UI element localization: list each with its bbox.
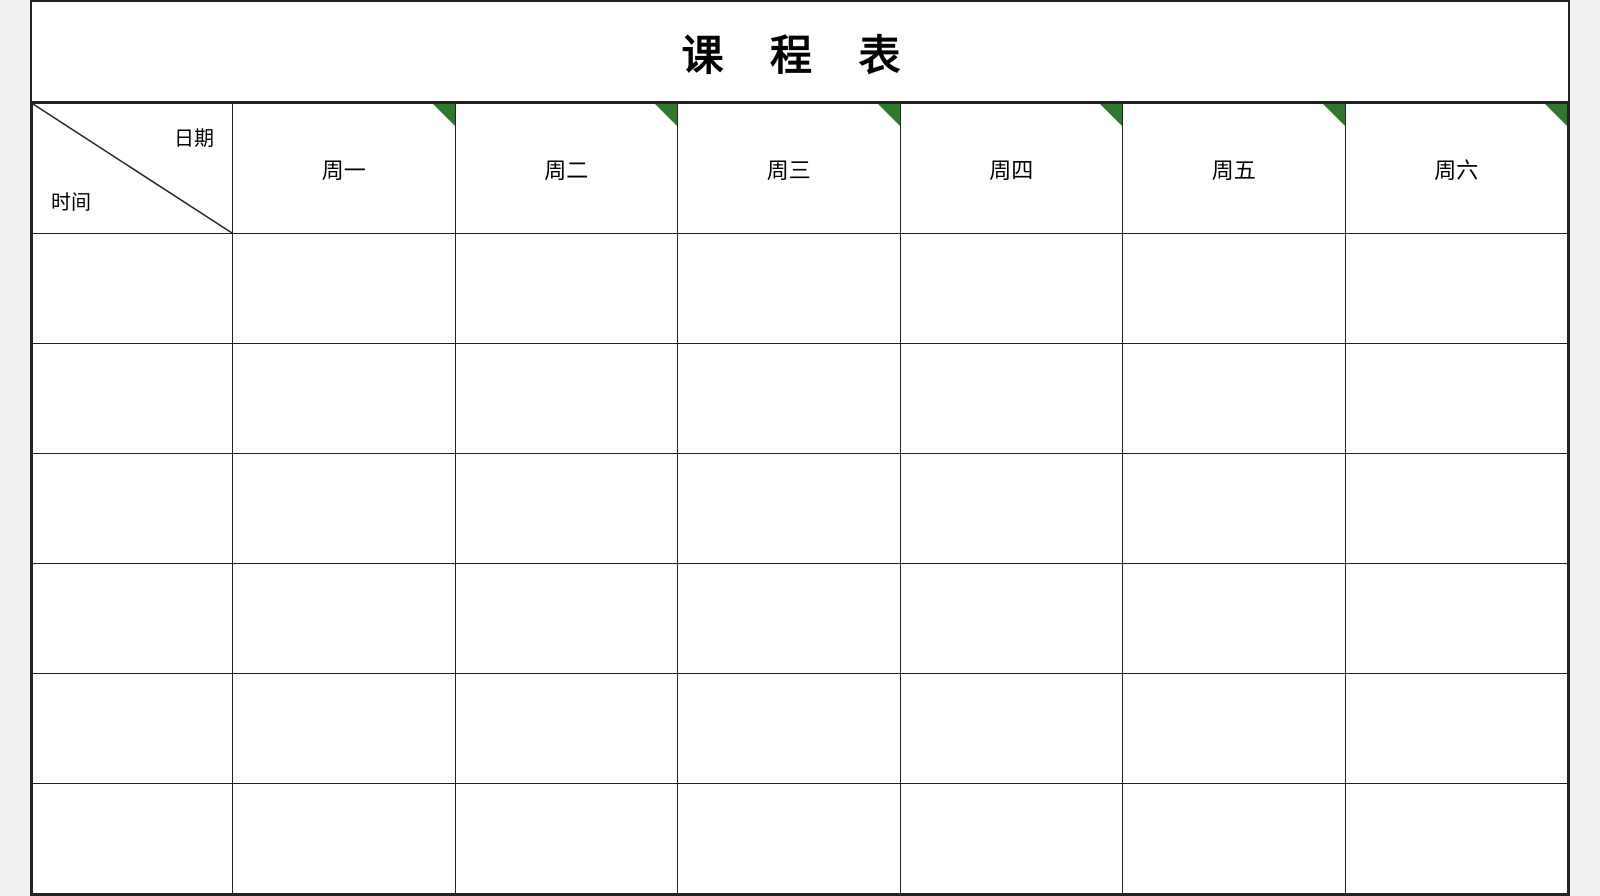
- cell-3-thu[interactable]: [900, 454, 1123, 564]
- time-cell-6[interactable]: [33, 784, 233, 894]
- cell-6-mon[interactable]: [233, 784, 456, 894]
- header-thursday: 周四: [900, 104, 1123, 234]
- header-wednesday: 周三: [678, 104, 901, 234]
- cell-2-mon[interactable]: [233, 344, 456, 454]
- time-label: 时间: [51, 186, 91, 215]
- cell-2-tue[interactable]: [455, 344, 678, 454]
- cell-5-mon[interactable]: [233, 674, 456, 784]
- cell-1-tue[interactable]: [455, 234, 678, 344]
- cell-6-wed[interactable]: [678, 784, 901, 894]
- cell-4-fri[interactable]: [1123, 564, 1346, 674]
- cell-6-fri[interactable]: [1123, 784, 1346, 894]
- time-cell-2[interactable]: [33, 344, 233, 454]
- cell-4-tue[interactable]: [455, 564, 678, 674]
- diagonal-header-cell: 时间 日期: [33, 104, 233, 234]
- cell-1-thu[interactable]: [900, 234, 1123, 344]
- schedule-container: 课 程 表 时间 日期 周一: [30, 0, 1570, 896]
- time-cell-5[interactable]: [33, 674, 233, 784]
- cell-4-thu[interactable]: [900, 564, 1123, 674]
- cell-4-mon[interactable]: [233, 564, 456, 674]
- table-row: [33, 454, 1568, 564]
- table-row: [33, 344, 1568, 454]
- cell-5-tue[interactable]: [455, 674, 678, 784]
- cell-4-sat[interactable]: [1345, 564, 1568, 674]
- cell-4-wed[interactable]: [678, 564, 901, 674]
- table-row: [33, 234, 1568, 344]
- header-tuesday: 周二: [455, 104, 678, 234]
- cell-2-sat[interactable]: [1345, 344, 1568, 454]
- cell-3-mon[interactable]: [233, 454, 456, 564]
- header-monday: 周一: [233, 104, 456, 234]
- time-cell-3[interactable]: [33, 454, 233, 564]
- time-cell-1[interactable]: [33, 234, 233, 344]
- table-row: [33, 564, 1568, 674]
- cell-1-mon[interactable]: [233, 234, 456, 344]
- cell-1-wed[interactable]: [678, 234, 901, 344]
- cell-6-tue[interactable]: [455, 784, 678, 894]
- table-row: [33, 674, 1568, 784]
- cell-6-sat[interactable]: [1345, 784, 1568, 894]
- cell-3-tue[interactable]: [455, 454, 678, 564]
- time-cell-4[interactable]: [33, 564, 233, 674]
- cell-5-fri[interactable]: [1123, 674, 1346, 784]
- header-row: 时间 日期 周一 周二 周三 周四 周五 周: [33, 104, 1568, 234]
- schedule-title: 课 程 表: [32, 2, 1568, 103]
- schedule-table: 时间 日期 周一 周二 周三 周四 周五 周: [32, 103, 1568, 894]
- cell-6-thu[interactable]: [900, 784, 1123, 894]
- cell-2-thu[interactable]: [900, 344, 1123, 454]
- cell-1-sat[interactable]: [1345, 234, 1568, 344]
- cell-3-wed[interactable]: [678, 454, 901, 564]
- cell-2-fri[interactable]: [1123, 344, 1346, 454]
- cell-3-sat[interactable]: [1345, 454, 1568, 564]
- cell-5-wed[interactable]: [678, 674, 901, 784]
- cell-5-sat[interactable]: [1345, 674, 1568, 784]
- cell-5-thu[interactable]: [900, 674, 1123, 784]
- cell-3-fri[interactable]: [1123, 454, 1346, 564]
- cell-2-wed[interactable]: [678, 344, 901, 454]
- table-row: [33, 784, 1568, 894]
- header-friday: 周五: [1123, 104, 1346, 234]
- header-saturday: 周六: [1345, 104, 1568, 234]
- cell-1-fri[interactable]: [1123, 234, 1346, 344]
- date-label: 日期: [174, 122, 214, 151]
